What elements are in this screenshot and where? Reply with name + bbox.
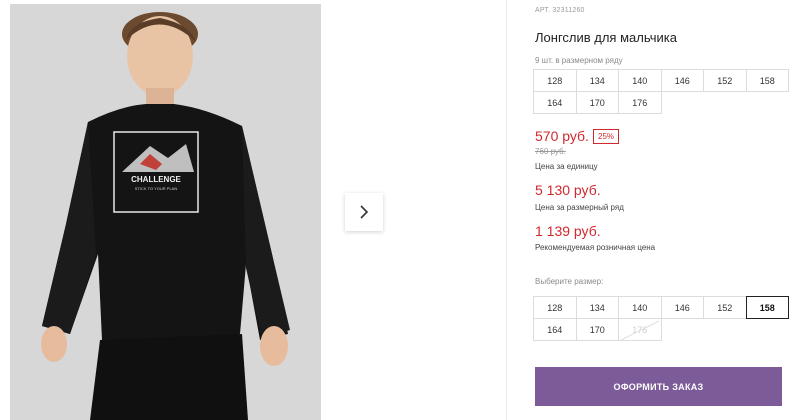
size-option-unavailable: 176 [618, 318, 662, 341]
discount-badge: 25% [593, 129, 620, 144]
article-number: АРТ. 32311260 [535, 7, 585, 14]
chevron-right-icon [360, 205, 369, 219]
product-photo[interactable]: CHALLENGE STICK TO YOUR PLAN [10, 4, 321, 420]
print-subline: STICK TO YOUR PLAN [135, 186, 178, 191]
print-word: CHALLENGE [131, 175, 181, 184]
series-size-cell: 164 [533, 91, 577, 114]
series-label: 9 шт. в размерном ряду [535, 56, 623, 65]
series-size-cell: 146 [660, 69, 704, 92]
size-picker-grid: 128 134 140 146 152 158 164 170 176 [533, 296, 789, 341]
boy-in-longsleeve-image: CHALLENGE STICK TO YOUR PLAN [10, 4, 321, 420]
strikethrough-icon [620, 320, 660, 341]
product-title: Лонгслив для мальчика [535, 30, 677, 45]
series-size-grid: 128 134 140 146 152 158 164 170 176 [533, 69, 789, 114]
series-size-cell: 176 [618, 91, 662, 114]
product-gallery: CHALLENGE STICK TO YOUR PLAN [0, 0, 506, 420]
retail-price-caption: Рекомендуемая розничная цена [535, 243, 656, 252]
size-option[interactable]: 140 [618, 296, 662, 319]
series-size-cell: 128 [533, 69, 577, 92]
size-option[interactable]: 152 [703, 296, 747, 319]
size-option[interactable]: 170 [575, 318, 619, 341]
series-price-caption: Цена за размерный ряд [535, 203, 624, 212]
size-option[interactable]: 128 [533, 296, 577, 319]
place-order-button[interactable]: ОФОРМИТЬ ЗАКАЗ [535, 367, 782, 406]
series-size-cell: 158 [745, 69, 789, 92]
unit-price-caption: Цена за единицу [535, 162, 598, 171]
series-price: 5 130 руб. [535, 182, 601, 198]
unit-price: 570 руб. [535, 128, 589, 144]
old-price: 760 руб. [535, 147, 566, 156]
series-size-cell: 170 [575, 91, 619, 114]
size-option-selected[interactable]: 158 [745, 296, 789, 319]
product-page: CHALLENGE STICK TO YOUR PLAN АРТ. 323112… [0, 0, 800, 420]
series-size-cell: 152 [703, 69, 747, 92]
size-option[interactable]: 164 [533, 318, 577, 341]
gallery-divider [506, 0, 507, 420]
choose-size-label: Выберите размер: [535, 277, 604, 286]
size-option[interactable]: 134 [575, 296, 619, 319]
size-option[interactable]: 146 [660, 296, 704, 319]
next-image-button[interactable] [345, 193, 383, 231]
series-size-cell: 140 [618, 69, 662, 92]
retail-price: 1 139 руб. [535, 223, 601, 239]
series-size-cell: 134 [575, 69, 619, 92]
